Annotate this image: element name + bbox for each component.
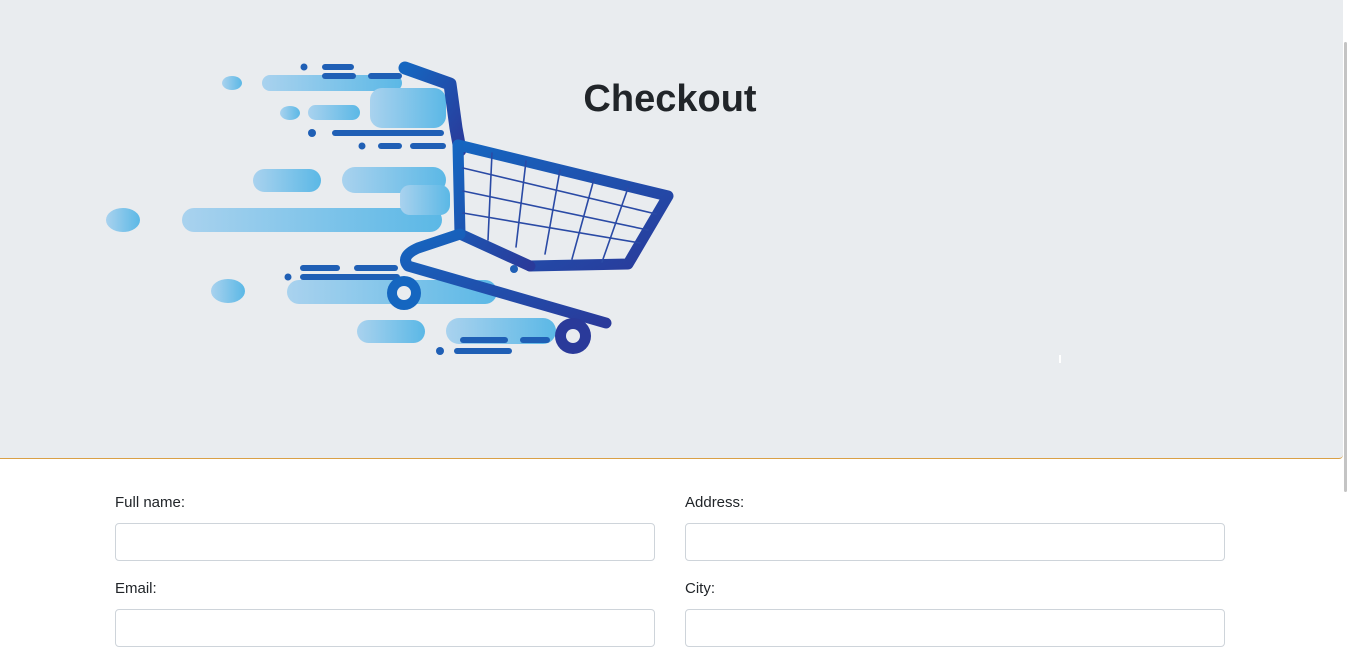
email-input[interactable]: [115, 609, 655, 647]
page-title: Checkout: [583, 78, 757, 120]
email-group: Email:: [115, 578, 655, 647]
checkout-page: Checkout Full name: Address: Email: City…: [0, 0, 1348, 655]
decorative-mark: [1059, 355, 1061, 363]
email-label: Email:: [115, 580, 157, 597]
address-input[interactable]: [685, 523, 1225, 561]
city-label: City:: [685, 580, 715, 597]
scrollbar-track[interactable]: [1343, 0, 1348, 655]
city-input[interactable]: [685, 609, 1225, 647]
city-group: City:: [685, 578, 1225, 647]
checkout-hero: Checkout: [0, 0, 1343, 459]
address-group: Address:: [685, 492, 1225, 561]
full-name-group: Full name:: [115, 492, 655, 561]
full-name-input[interactable]: [115, 523, 655, 561]
address-label: Address:: [685, 494, 745, 511]
scrollbar-thumb[interactable]: [1344, 42, 1347, 492]
full-name-label: Full name:: [115, 494, 186, 511]
